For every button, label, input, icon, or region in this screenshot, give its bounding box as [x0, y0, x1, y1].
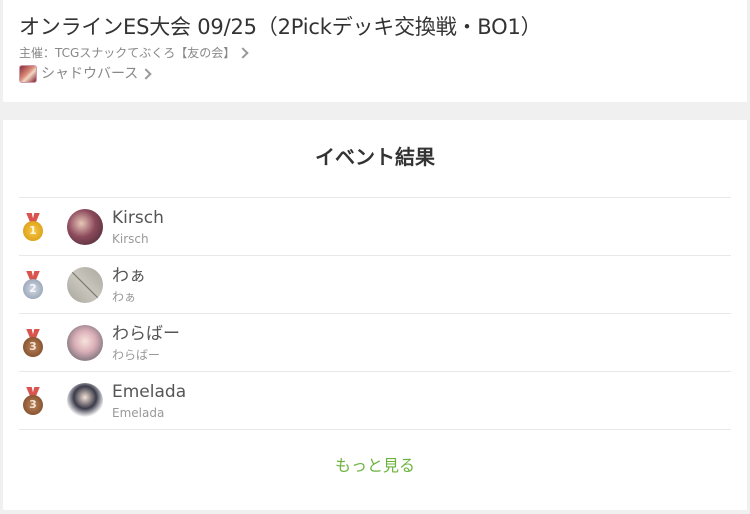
avatar[interactable] [67, 382, 103, 419]
show-more-link[interactable]: もっと見る [19, 452, 731, 476]
player-name[interactable]: Emelada [112, 381, 186, 403]
player-id: Emelada [112, 405, 165, 420]
bronze-medal-icon: 3 [23, 386, 43, 415]
player-id: Kirsch [112, 231, 149, 246]
player-name[interactable]: わぁ [112, 265, 146, 287]
result-row[interactable]: 3 わらばー わらばー [19, 314, 731, 372]
organizer-link[interactable]: 主催：TCGスナックてぶくろ【友の会】 [19, 45, 731, 61]
event-header: オンラインES大会 09/25（2Pickデッキ交換戦・BO1） 主催：TCGス… [3, 0, 747, 102]
game-link[interactable]: シャドウバース [19, 65, 731, 83]
avatar[interactable] [67, 208, 103, 245]
section-title: イベント結果 [19, 120, 731, 198]
player-name[interactable]: Kirsch [112, 207, 164, 229]
event-title: オンラインES大会 09/25（2Pickデッキ交換戦・BO1） [19, 15, 542, 39]
result-row[interactable]: 1 Kirsch Kirsch [19, 198, 731, 256]
results-section: イベント結果 1 Kirsch Kirsch 2 わぁ わぁ 3 わらばー わら… [3, 120, 747, 510]
avatar[interactable] [67, 324, 103, 361]
chevron-right-icon [140, 68, 152, 80]
result-row[interactable]: 2 わぁ わぁ [19, 256, 731, 314]
bronze-medal-icon: 3 [23, 328, 43, 357]
avatar[interactable] [67, 266, 103, 303]
chevron-right-icon [237, 47, 249, 59]
organizer-label: 主催：TCGスナックてぶくろ【友の会】 [19, 46, 236, 60]
player-id: わぁ [112, 289, 137, 304]
game-icon [19, 65, 37, 83]
result-row[interactable]: 3 Emelada Emelada [19, 372, 731, 430]
game-label: シャドウバース [41, 66, 139, 82]
player-name[interactable]: わらばー [112, 323, 180, 345]
gold-medal-icon: 1 [23, 212, 43, 241]
player-id: わらばー [112, 347, 161, 362]
silver-medal-icon: 2 [23, 270, 43, 299]
